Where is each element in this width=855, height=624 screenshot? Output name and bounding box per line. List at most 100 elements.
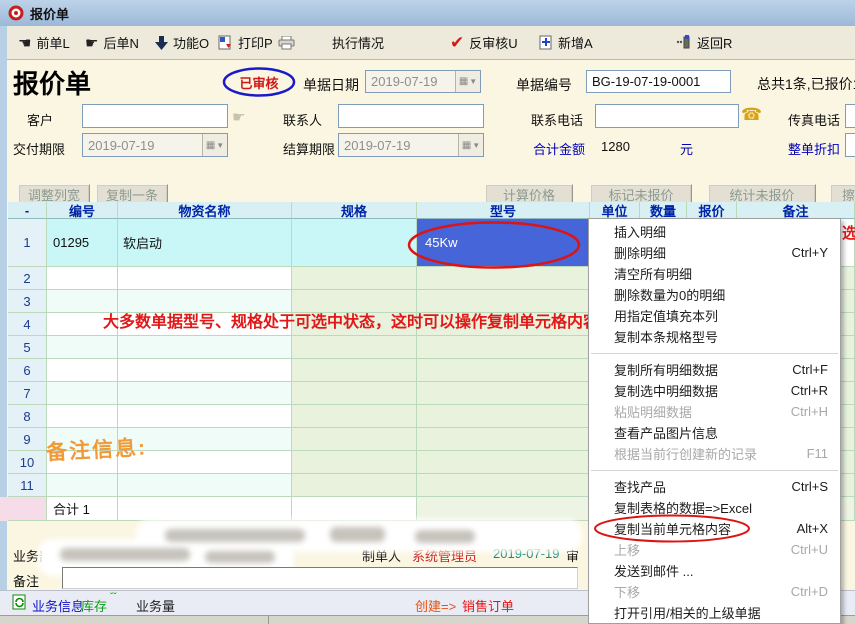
- menu-item-copy-selected-details[interactable]: 复制选中明细数据Ctrl+R: [589, 380, 840, 401]
- menu-item-find-product[interactable]: 查找产品Ctrl+S: [589, 476, 840, 497]
- col-header-note: 备注: [737, 202, 855, 219]
- cell-spec[interactable]: [292, 219, 417, 267]
- statusbar-biz-volume[interactable]: 业务量: [136, 596, 175, 615]
- audit-label-partial: 审: [566, 546, 579, 565]
- calendar-dropdown-icon[interactable]: ▦▼: [202, 134, 227, 156]
- redaction-blob: [205, 551, 275, 563]
- statusbar-stock-marks: ˇˇ: [110, 592, 117, 603]
- model-cell-highlight-ellipse-icon: [406, 220, 582, 270]
- menu-item-clear-all[interactable]: 清空所有明细: [589, 263, 840, 284]
- cell-name[interactable]: 软启动: [118, 219, 292, 267]
- annotation-clipped-char: 选: [842, 222, 855, 243]
- annotation-orange-note: 备注信息:: [45, 431, 147, 466]
- menu-item-copy-all-details[interactable]: 复制所有明细数据Ctrl+F: [589, 359, 840, 380]
- note-input[interactable]: [62, 567, 578, 589]
- down-arrow-icon: [155, 36, 168, 50]
- unaudit-button[interactable]: ✔ 反审核U: [450, 26, 518, 59]
- back-button[interactable]: 返回R: [676, 26, 732, 59]
- calendar-dropdown-icon[interactable]: ▦▼: [455, 71, 480, 92]
- col-header-unit: 单位: [590, 202, 640, 219]
- left-edge-strip-total: [0, 497, 8, 521]
- total-label-cell: 合计 1: [47, 497, 118, 521]
- print-button[interactable]: 打印P: [218, 26, 295, 59]
- menu-item-insert-detail[interactable]: 插入明细: [589, 221, 840, 242]
- delivery-date-input[interactable]: 2019-07-19 ▦▼: [82, 133, 228, 157]
- table-header-row: - 编号 物资名称 规格 型号 单位 数量 报价 备注: [8, 202, 855, 219]
- settle-date-input[interactable]: 2019-07-19 ▦▼: [338, 133, 484, 157]
- menu-item-delete-zero-qty[interactable]: 删除数量为0的明细: [589, 284, 840, 305]
- menu-item-fill-column[interactable]: 用指定值填充本列: [589, 305, 840, 326]
- return-icon: [676, 35, 692, 50]
- customer-input[interactable]: [82, 104, 228, 128]
- redaction-blob: [60, 548, 190, 561]
- redaction-blob: [165, 529, 305, 542]
- window-title: 报价单: [30, 4, 69, 23]
- count-summary: 总共1条,已报价1条: [757, 74, 855, 94]
- red-check-icon: ✔: [450, 33, 464, 53]
- add-new-button[interactable]: 新增A: [538, 26, 593, 59]
- statusbar-create-label[interactable]: 创建=>: [415, 596, 456, 615]
- menu-item-send-to-email[interactable]: 发送到邮件 ...: [589, 560, 840, 581]
- row-number-cell[interactable]: 1: [8, 219, 47, 267]
- col-header-code: 编号: [47, 202, 118, 219]
- bottom-band-divider: [268, 616, 269, 624]
- calendar-dropdown-icon[interactable]: ▦▼: [458, 134, 483, 156]
- doc-date-input[interactable]: 2019-07-19 ▦▼: [365, 70, 481, 93]
- context-menu: 插入明细 删除明细Ctrl+Y 清空所有明细 删除数量为0的明细 用指定值填充本…: [588, 218, 841, 624]
- amount-unit: 元: [680, 139, 693, 158]
- col-header-rownum: -: [8, 202, 47, 219]
- statusbar-stock[interactable]: 库存: [81, 596, 107, 615]
- doc-no-input[interactable]: BG-19-07-19-0001: [586, 70, 731, 93]
- total-row-marker: [8, 497, 47, 521]
- print-doc-icon: [218, 35, 233, 50]
- next-doc-button[interactable]: ☛ 后单N: [85, 26, 139, 59]
- menu-item-view-product-image[interactable]: 查看产品图片信息: [589, 422, 840, 443]
- annotation-red-tip: 大多数单据型号、规格处于可选中状态，这时可以操作复制单元格内容: [103, 308, 599, 332]
- redaction-blob: [415, 530, 475, 543]
- fax-label: 传真电话: [788, 110, 840, 129]
- amount-label: 合计金额: [533, 139, 585, 158]
- menu-separator: [589, 347, 840, 359]
- menu-item-open-parent-doc[interactable]: 打开引用/相关的上级单据: [589, 602, 840, 623]
- functions-button[interactable]: 功能O: [155, 26, 209, 59]
- printer-icon: [278, 36, 295, 50]
- discount-input[interactable]: [845, 133, 855, 157]
- doc-date-label: 单据日期: [303, 75, 359, 95]
- phone-label: 联系电话: [531, 110, 583, 129]
- customer-label: 客户: [27, 110, 53, 129]
- col-header-qty: 数量: [640, 202, 687, 219]
- contact-label: 联系人: [283, 110, 322, 129]
- audit-status-text: 已审核: [222, 66, 296, 98]
- contact-input[interactable]: [338, 104, 484, 128]
- app-logo-icon: [8, 5, 24, 21]
- menu-item-move-down[interactable]: 下移Ctrl+D: [589, 581, 840, 602]
- col-header-price: 报价: [687, 202, 737, 219]
- menu-separator: [589, 464, 840, 476]
- statusbar-create-target[interactable]: 销售订单: [462, 596, 514, 615]
- menu-item-highlight-ellipse-icon: [592, 513, 754, 544]
- statusbar-biz-info[interactable]: 业务信息: [32, 596, 84, 615]
- settle-label: 结算期限: [283, 139, 335, 158]
- phone-icon: ☎: [741, 105, 762, 125]
- col-header-name: 物资名称: [118, 202, 292, 219]
- cell-code[interactable]: 01295: [47, 219, 118, 267]
- col-header-spec: 规格: [292, 202, 417, 219]
- menu-item-new-record-from-row[interactable]: 根据当前行创建新的记录F11: [589, 443, 840, 464]
- amount-value: 1280: [601, 139, 630, 154]
- title-bar: 报价单: [0, 0, 855, 26]
- note-label: 备注: [13, 571, 39, 590]
- prev-doc-button[interactable]: ☚ 前单L: [18, 26, 70, 59]
- biz-info-icon: [12, 594, 28, 610]
- make-date: 2019-07-19: [493, 546, 560, 561]
- col-header-model: 型号: [417, 202, 590, 219]
- hand-left-icon: ☚: [18, 34, 31, 52]
- menu-item-copy-spec-model[interactable]: 复制本条规格型号: [589, 326, 840, 347]
- menu-item-paste-details[interactable]: 粘贴明细数据Ctrl+H: [589, 401, 840, 422]
- menu-item-delete-detail[interactable]: 删除明细Ctrl+Y: [589, 242, 840, 263]
- hand-right-icon: ☛: [85, 34, 98, 52]
- customer-picker-icon[interactable]: ☛: [232, 108, 245, 126]
- fax-input[interactable]: [845, 104, 855, 128]
- phone-input[interactable]: [595, 104, 739, 128]
- exec-status-button[interactable]: 执行情况: [332, 26, 384, 59]
- maker-value: 系统管理员: [412, 546, 477, 565]
